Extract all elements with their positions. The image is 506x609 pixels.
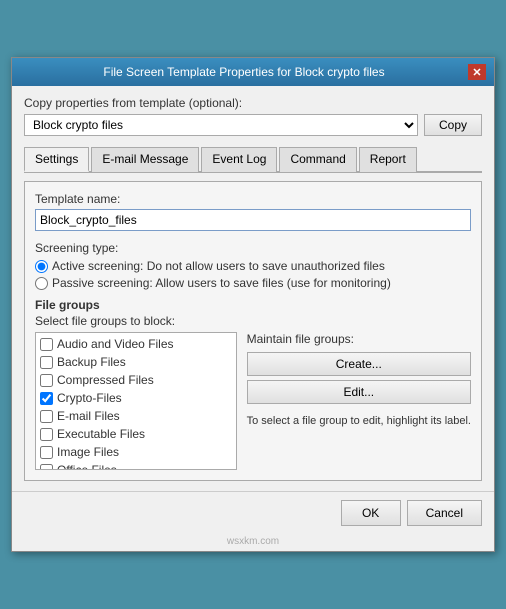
file-groups-label: File groups — [35, 298, 471, 312]
file-group-checkbox[interactable] — [40, 338, 53, 351]
list-item: E-mail Files — [36, 407, 236, 425]
active-screening-label: Active screening: Do not allow users to … — [52, 259, 385, 273]
copy-props-row: Block crypto files Copy — [24, 114, 482, 136]
tab-email[interactable]: E-mail Message — [91, 147, 199, 172]
tab-settings[interactable]: Settings — [24, 147, 89, 172]
file-group-checkbox[interactable] — [40, 356, 53, 369]
list-item: Backup Files — [36, 353, 236, 371]
maintain-label: Maintain file groups: — [247, 332, 471, 346]
title-bar: File Screen Template Properties for Bloc… — [12, 58, 494, 86]
tab-content-settings: Template name: Screening type: Active sc… — [24, 181, 482, 481]
dialog-window: File Screen Template Properties for Bloc… — [11, 57, 495, 552]
passive-screening-radio[interactable] — [35, 277, 48, 290]
passive-screening-row: Passive screening: Allow users to save f… — [35, 276, 471, 290]
list-item: Crypto-Files — [36, 389, 236, 407]
screening-type-label: Screening type: — [35, 241, 471, 255]
file-group-controls: Maintain file groups: Create... Edit... … — [247, 332, 471, 470]
list-item: Office Files — [36, 461, 236, 470]
cancel-button[interactable]: Cancel — [407, 500, 482, 526]
tab-event[interactable]: Event Log — [201, 147, 277, 172]
file-group-label: Crypto-Files — [57, 391, 122, 405]
template-name-input[interactable] — [35, 209, 471, 231]
template-select[interactable]: Block crypto files — [24, 114, 418, 136]
file-list-container[interactable]: Audio and Video Files Backup Files Compres… — [35, 332, 237, 470]
watermark: wsxkm.com — [12, 534, 494, 551]
file-group-checkbox[interactable] — [40, 446, 53, 459]
tab-report[interactable]: Report — [359, 147, 417, 172]
list-item: Image Files — [36, 443, 236, 461]
file-group-label: Audio and Video Files — [57, 337, 174, 351]
list-item: Executable Files — [36, 425, 236, 443]
main-content: Copy properties from template (optional)… — [12, 86, 494, 491]
file-group-label: Backup Files — [57, 355, 126, 369]
copy-props-label: Copy properties from template (optional)… — [24, 96, 482, 110]
list-item: Compressed Files — [36, 371, 236, 389]
list-item: Audio and Video Files — [36, 335, 236, 353]
dialog-footer: OK Cancel — [12, 491, 494, 534]
file-list: Audio and Video Files Backup Files Compres… — [36, 333, 236, 470]
create-button[interactable]: Create... — [247, 352, 471, 376]
group-hint: To select a file group to edit, highligh… — [247, 414, 471, 429]
file-group-label: Executable Files — [57, 427, 145, 441]
file-groups-row: Audio and Video Files Backup Files Compres… — [35, 332, 471, 470]
file-group-checkbox[interactable] — [40, 428, 53, 441]
file-group-label: E-mail Files — [57, 409, 120, 423]
tabs-bar: Settings E-mail Message Event Log Comman… — [24, 146, 482, 173]
passive-screening-label: Passive screening: Allow users to save f… — [52, 276, 391, 290]
file-group-checkbox[interactable] — [40, 374, 53, 387]
file-groups-select-label: Select file groups to block: — [35, 314, 471, 328]
file-group-label: Office Files — [57, 463, 117, 470]
file-group-checkbox[interactable] — [40, 392, 53, 405]
copy-button[interactable]: Copy — [424, 114, 482, 136]
window-title: File Screen Template Properties for Bloc… — [20, 65, 468, 79]
template-name-label: Template name: — [35, 192, 471, 206]
ok-button[interactable]: OK — [341, 500, 401, 526]
active-screening-row: Active screening: Do not allow users to … — [35, 259, 471, 273]
file-group-label: Image Files — [57, 445, 119, 459]
file-group-checkbox[interactable] — [40, 410, 53, 423]
edit-button[interactable]: Edit... — [247, 380, 471, 404]
close-button[interactable]: ✕ — [468, 64, 486, 80]
active-screening-radio[interactable] — [35, 260, 48, 273]
file-group-checkbox[interactable] — [40, 464, 53, 471]
tab-command[interactable]: Command — [279, 147, 356, 172]
file-groups-section: File groups Select file groups to block:… — [35, 298, 471, 470]
file-group-label: Compressed Files — [57, 373, 154, 387]
